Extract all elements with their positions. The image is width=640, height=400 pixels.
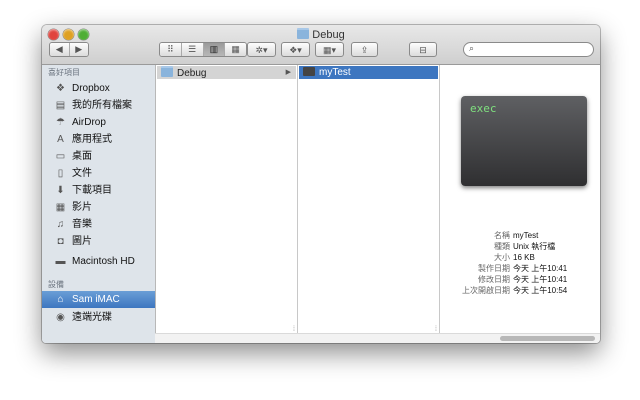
sidebar-item-label: 遠端光碟 — [72, 312, 112, 323]
horizontal-scrollbar[interactable] — [155, 333, 600, 343]
info-value: 今天 上午10:54 — [513, 286, 568, 295]
column-resize-handle[interactable]: ⁞ — [293, 326, 295, 333]
sidebar-item-label: 我的所有檔案 — [72, 100, 132, 111]
disclosure-arrow-icon: ▶ — [285, 69, 291, 76]
remote-disc-icon: ◉ — [56, 312, 65, 323]
sidebar-item-all-files[interactable]: ▤ 我的所有檔案 — [42, 97, 155, 114]
all-files-icon: ▤ — [55, 100, 66, 111]
sidebar-item-label: 下載項目 — [72, 185, 112, 196]
search-field[interactable]: ⌕ — [463, 42, 594, 57]
sidebar-item-label: 應用程式 — [72, 134, 112, 145]
finder-window: Debug ◀ ▶ ⠿ ☰ ▥ ▦ ✲▾ ❖▾ ▦▾ ⇪ ⊟ ⌕ 喜好項目 ❖ D… — [42, 25, 600, 343]
column-1: Debug ▶ ⁞ — [156, 65, 298, 333]
scrollbar-thumb[interactable] — [500, 336, 595, 341]
info-row: 名稱 myTest — [449, 230, 599, 241]
sidebar-item-label: Macintosh HD — [72, 256, 135, 267]
info-row: 種類 Unix 執行檔 — [449, 241, 599, 252]
info-row: 大小 16 KB — [449, 252, 599, 263]
arrange-menu-button[interactable]: ▦▾ — [315, 42, 344, 57]
folder-icon — [297, 28, 310, 39]
info-key: 名稱 — [494, 231, 510, 240]
sidebar-item-sam-imac[interactable]: ⌂ Sam iMAC — [42, 291, 155, 308]
info-value: myTest — [513, 231, 539, 240]
info-key: 上次開啟日期 — [462, 286, 510, 295]
list-item-debug[interactable]: Debug ▶ — [157, 66, 296, 79]
column-resize-handle[interactable]: ⁞ — [435, 326, 437, 333]
search-icon: ⌕ — [469, 43, 475, 53]
sidebar: 喜好項目 ❖ Dropbox ▤ 我的所有檔案 ☂ AirDrop A 應用程式 ▭ 桌面… — [42, 65, 156, 343]
column-view-button[interactable]: ▥ — [203, 43, 226, 56]
documents-icon: ▯ — [57, 168, 64, 179]
sidebar-item-label: 文件 — [72, 168, 92, 179]
music-icon: ♫ — [56, 219, 65, 230]
pictures-icon: ◘ — [57, 236, 64, 247]
favorites-header: 喜好項目 — [48, 68, 80, 77]
sidebar-item-downloads[interactable]: ⬇ 下載項目 — [42, 182, 155, 199]
connect-drive-button[interactable]: ⊟ — [409, 42, 437, 57]
list-item-label: myTest — [319, 67, 351, 78]
info-key: 製作日期 — [478, 264, 510, 273]
toolbar: Debug ◀ ▶ ⠿ ☰ ▥ ▦ ✲▾ ❖▾ ▦▾ ⇪ ⊟ ⌕ — [42, 25, 600, 65]
downloads-icon: ⬇ — [56, 185, 65, 196]
sidebar-item-documents[interactable]: ▯ 文件 — [42, 165, 155, 182]
back-forward-control: ◀ ▶ — [49, 42, 89, 57]
sidebar-item-airdrop[interactable]: ☂ AirDrop — [42, 114, 155, 131]
action-menu-button[interactable]: ✲▾ — [247, 42, 276, 57]
file-info: 名稱 myTest 種類 Unix 執行檔 大小 16 KB 製作日期 今天 上午10:… — [449, 230, 599, 296]
view-mode-control: ⠿ ☰ ▥ ▦ — [159, 42, 247, 57]
sidebar-item-music[interactable]: ♫ 音樂 — [42, 216, 155, 233]
sidebar-item-label: 影片 — [72, 202, 92, 213]
desktop-icon: ▭ — [55, 151, 66, 162]
sidebar-item-label: Sam iMAC — [72, 294, 120, 305]
sidebar-item-pictures[interactable]: ◘ 圖片 — [42, 233, 155, 250]
sidebar-item-desktop[interactable]: ▭ 桌面 — [42, 148, 155, 165]
info-key: 大小 — [494, 253, 510, 262]
dropbox-icon: ❖ — [56, 83, 65, 94]
list-item-label: Debug — [177, 68, 207, 79]
search-input[interactable] — [480, 44, 585, 55]
info-value: 今天 上午10:41 — [513, 264, 568, 273]
sidebar-item-label: Dropbox — [72, 83, 110, 94]
info-row: 製作日期 今天 上午10:41 — [449, 263, 599, 274]
folder-icon — [161, 66, 173, 77]
airdrop-icon: ☂ — [56, 117, 65, 128]
info-value: 今天 上午10:41 — [513, 275, 568, 284]
preview-exec-label: exec — [470, 102, 497, 115]
sidebar-item-label: 音樂 — [72, 219, 92, 230]
exec-icon — [303, 67, 315, 76]
sidebar-item-macintosh-hd[interactable]: ▬ Macintosh HD — [42, 253, 155, 270]
share-button[interactable]: ⇪ — [351, 42, 378, 57]
sidebar-item-applications[interactable]: A 應用程式 — [42, 131, 155, 148]
file-preview: exec — [461, 96, 587, 186]
coverflow-view-button[interactable]: ▦ — [225, 43, 246, 56]
sidebar-item-label: AirDrop — [72, 117, 106, 128]
back-button[interactable]: ◀ — [50, 43, 70, 56]
info-key: 修改日期 — [478, 275, 510, 284]
sidebar-item-label: 桌面 — [72, 151, 92, 162]
applications-icon: A — [57, 134, 64, 145]
dropbox-menu-button[interactable]: ❖▾ — [281, 42, 310, 57]
icon-view-button[interactable]: ⠿ — [160, 43, 182, 56]
window-title-text: Debug — [312, 29, 345, 41]
devices-header: 設備 — [48, 280, 64, 289]
column-2: myTest ⁞ — [298, 65, 440, 333]
harddrive-icon: ▬ — [55, 256, 66, 267]
sidebar-item-label: 圖片 — [72, 236, 92, 247]
list-view-button[interactable]: ☰ — [181, 43, 204, 56]
movies-icon: ▦ — [55, 202, 66, 213]
info-key: 種類 — [494, 242, 510, 251]
info-row: 上次開啟日期 今天 上午10:54 — [449, 285, 599, 296]
sidebar-item-movies[interactable]: ▦ 影片 — [42, 199, 155, 216]
info-value: 16 KB — [513, 253, 535, 262]
list-item-mytest[interactable]: myTest — [299, 66, 438, 79]
sidebar-item-remote-disc[interactable]: ◉ 遠端光碟 — [42, 309, 155, 326]
computer-icon: ⌂ — [57, 294, 64, 305]
info-row: 修改日期 今天 上午10:41 — [449, 274, 599, 285]
info-value: Unix 執行檔 — [513, 242, 556, 251]
forward-button[interactable]: ▶ — [69, 43, 88, 56]
window-title: Debug — [42, 28, 600, 41]
sidebar-item-dropbox[interactable]: ❖ Dropbox — [42, 80, 155, 97]
